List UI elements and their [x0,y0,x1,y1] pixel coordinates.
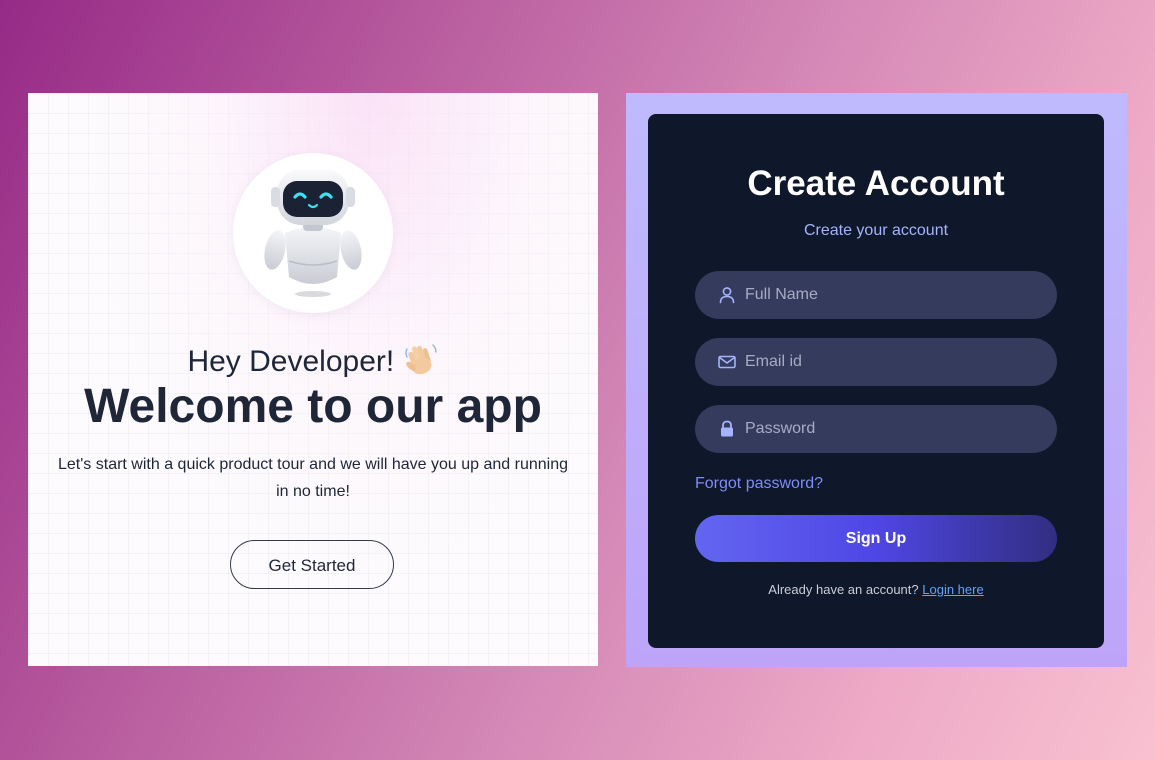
mail-icon [718,355,736,369]
sign-up-button[interactable]: Sign Up [695,515,1057,562]
welcome-description: Let's start with a quick product tour an… [58,456,569,500]
password-input[interactable] [745,405,1035,453]
robot-avatar [233,153,393,313]
signup-frame: Create Account Create your account Full … [626,93,1127,667]
forgot-password-link[interactable]: Forgot password? [695,474,823,494]
waving-hand-icon [404,344,437,375]
signup-title: Create Account [747,164,1005,203]
signup-subtitle: Create your account [803,222,949,239]
login-prompt-text: Already have an account? [768,582,919,597]
password-field[interactable] [695,405,1057,453]
full-name-input[interactable] [745,271,1035,319]
signup-card: Create Account Create your account Full … [648,114,1104,648]
login-link[interactable]: Login here [922,582,983,597]
user-icon [719,287,735,304]
greeting-heading: Hey Developer! [28,341,598,380]
lock-icon [721,420,733,437]
welcome-title: Welcome to our app [84,380,542,433]
login-prompt-row: Already have an account? Login here [648,581,1104,599]
greeting-text: Hey Developer! [187,345,395,378]
full-name-field[interactable] [695,271,1057,319]
get-started-button[interactable]: Get Started [230,540,394,589]
robot-icon [264,169,362,297]
email-field[interactable] [695,338,1057,386]
welcome-card: Hey Developer! Welcome to our app Let's … [28,93,598,666]
email-input[interactable] [745,338,1035,386]
